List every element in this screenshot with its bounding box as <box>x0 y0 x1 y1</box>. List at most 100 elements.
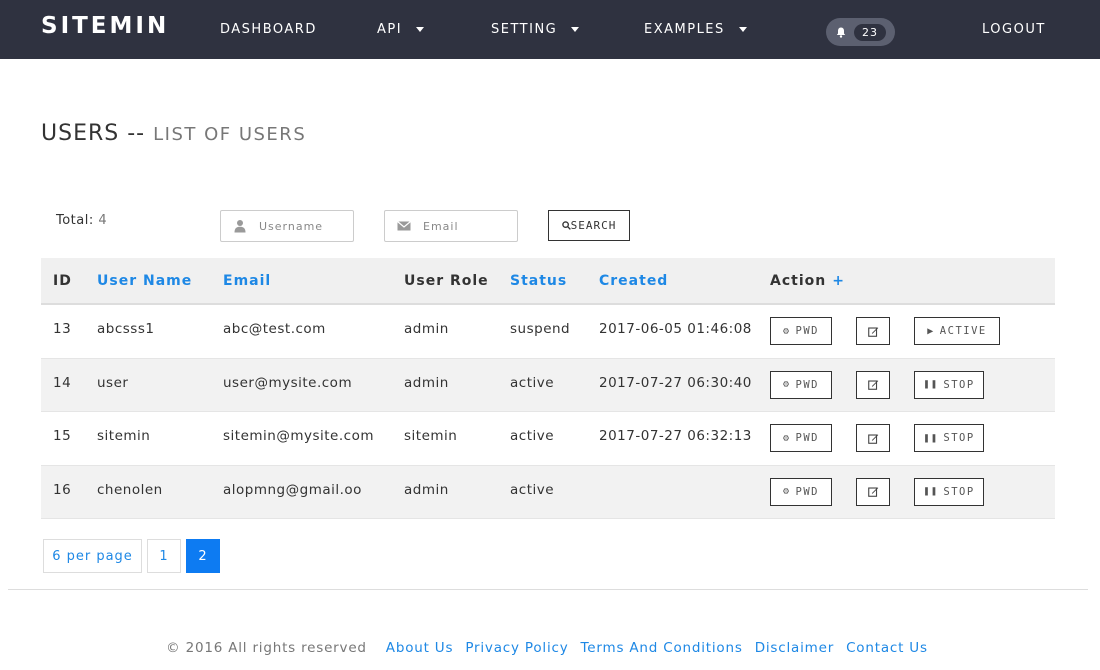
copyright-text: © 2016 All rights reserved <box>166 640 367 656</box>
password-button-label: PWD <box>795 378 819 391</box>
header-role: User Role <box>404 273 489 289</box>
footer-link-disclaimer[interactable]: Disclaimer <box>755 640 834 656</box>
footer-divider <box>8 589 1088 590</box>
password-button-label: PWD <box>795 485 819 498</box>
total-count: Total: 4 <box>56 213 107 228</box>
table-row: 13 abcsss1 abc@test.com admin suspend 20… <box>41 305 1055 359</box>
cell-username: sitemin <box>97 428 151 444</box>
cell-created: 2017-07-27 06:32:13 <box>599 428 752 444</box>
notification-button[interactable]: 23 <box>826 18 895 46</box>
page-2-button[interactable]: 2 <box>186 539 220 573</box>
cell-id: 16 <box>53 481 72 498</box>
activate-button-label: ACTIVE <box>939 325 987 337</box>
caret-down-icon <box>738 27 747 32</box>
footer-link-contact[interactable]: Contact Us <box>846 640 928 656</box>
table-row: 15 sitemin sitemin@mysite.com sitemin ac… <box>41 412 1055 466</box>
stop-button[interactable]: ❚❚ STOP <box>914 477 984 506</box>
page-title-main: USERS <box>41 121 120 146</box>
page-1-button[interactable]: 1 <box>147 539 181 573</box>
stop-button[interactable]: ❚❚ STOP <box>914 424 984 452</box>
cell-created: 2017-07-27 06:30:40 <box>599 374 752 391</box>
per-page-selector[interactable]: 6 per page <box>43 539 142 573</box>
cell-id: 14 <box>53 374 72 391</box>
password-button[interactable]: ⚙ PWD <box>770 424 832 452</box>
pause-icon: ❚❚ <box>923 379 939 390</box>
cell-id: 15 <box>53 428 72 444</box>
search-icon <box>561 221 571 230</box>
password-button[interactable]: ⚙ PWD <box>770 370 832 399</box>
footer-link-privacy[interactable]: Privacy Policy <box>465 640 568 656</box>
edit-button[interactable] <box>856 370 890 399</box>
page-subtitle: LIST OF USERS <box>153 124 307 145</box>
envelope-icon <box>397 221 411 231</box>
cell-status: active <box>510 481 555 498</box>
nav-setting[interactable]: SETTING <box>491 22 580 37</box>
cell-status: active <box>510 374 555 391</box>
cell-username: abcsss1 <box>97 321 155 337</box>
play-icon: ▶ <box>927 325 935 337</box>
gear-icon: ⚙ <box>783 432 791 444</box>
cell-email: sitemin@mysite.com <box>223 428 374 444</box>
gear-icon: ⚙ <box>783 486 791 497</box>
cell-role: admin <box>404 374 449 391</box>
cell-status: active <box>510 428 555 444</box>
table-row: 14 user user@mysite.com admin active 201… <box>41 358 1055 412</box>
logout-label: LOGOUT <box>982 22 1046 37</box>
cell-username: user <box>97 374 129 391</box>
username-filter <box>220 210 354 242</box>
edit-button[interactable] <box>856 317 890 345</box>
password-button[interactable]: ⚙ PWD <box>770 477 832 506</box>
header-email[interactable]: Email <box>223 273 271 289</box>
stop-button-label: STOP <box>943 485 975 498</box>
email-input[interactable] <box>423 219 513 233</box>
footer: © 2016 All rights reserved About Us Priv… <box>0 640 1100 656</box>
password-button-label: PWD <box>795 432 819 444</box>
edit-icon <box>867 487 878 497</box>
cell-status: suspend <box>510 321 571 337</box>
edit-button[interactable] <box>856 424 890 452</box>
add-user-button[interactable]: + <box>832 273 845 289</box>
cell-email: user@mysite.com <box>223 374 353 391</box>
cell-created: 2017-06-05 01:46:08 <box>599 321 752 337</box>
cell-email: abc@test.com <box>223 321 326 337</box>
cell-role: sitemin <box>404 428 458 444</box>
header-status[interactable]: Status <box>510 273 567 289</box>
edit-icon <box>867 380 878 390</box>
table-header: ID User Name Email User Role Status Crea… <box>41 258 1055 305</box>
header-username[interactable]: User Name <box>97 273 192 289</box>
edit-icon <box>867 326 878 337</box>
password-button-label: PWD <box>795 325 819 337</box>
username-input[interactable] <box>259 219 349 233</box>
header-created[interactable]: Created <box>599 273 668 289</box>
pagination: 6 per page 1 2 <box>43 539 220 573</box>
search-button[interactable]: SEARCH <box>548 210 630 241</box>
email-filter <box>384 210 518 242</box>
stop-button[interactable]: ❚❚ STOP <box>914 370 984 399</box>
search-label: SEARCH <box>570 219 617 232</box>
logout-link[interactable]: LOGOUT <box>982 22 1046 37</box>
footer-link-terms[interactable]: Terms And Conditions <box>581 640 743 656</box>
header-id: ID <box>53 273 72 289</box>
nav-examples[interactable]: EXAMPLES <box>644 22 747 37</box>
header-action: Action + <box>770 273 845 289</box>
cell-role: admin <box>404 481 449 498</box>
nav-api[interactable]: API <box>377 22 425 37</box>
notification-count-badge: 23 <box>854 23 886 41</box>
nav-dashboard[interactable]: DASHBOARD <box>220 22 317 37</box>
bell-icon <box>836 27 846 38</box>
activate-button[interactable]: ▶ ACTIVE <box>914 317 1000 345</box>
top-navbar: SITEMIN DASHBOARD API SETTING EXAMPLES 2… <box>0 0 1100 59</box>
table-row: 16 chenolen alopmng@gmail.oo admin activ… <box>41 465 1055 519</box>
brand-logo[interactable]: SITEMIN <box>41 13 169 39</box>
footer-link-about[interactable]: About Us <box>386 640 454 656</box>
total-value: 4 <box>98 213 108 228</box>
edit-button[interactable] <box>856 477 890 506</box>
pause-icon: ❚❚ <box>923 432 939 444</box>
gear-icon: ⚙ <box>783 325 791 337</box>
page-title: USERS -- LIST OF USERS <box>41 121 306 146</box>
page-title-separator: -- <box>127 121 146 146</box>
total-label: Total: <box>56 213 94 228</box>
cell-email: alopmng@gmail.oo <box>223 481 362 498</box>
password-button[interactable]: ⚙ PWD <box>770 317 832 345</box>
caret-down-icon <box>416 27 425 32</box>
